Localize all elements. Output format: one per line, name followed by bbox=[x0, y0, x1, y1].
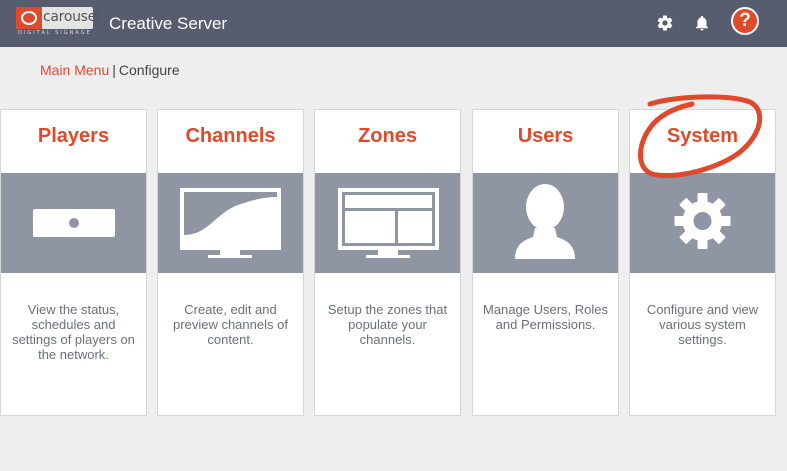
card-description: Manage Users, Roles and Permissions. bbox=[483, 302, 608, 332]
breadcrumb: Main Menu | Configure bbox=[40, 62, 180, 78]
card-channels[interactable]: Channels Create, edit and preview channe… bbox=[157, 109, 304, 416]
app-title: Creative Server bbox=[109, 14, 228, 33]
card-description: View the status, schedules and settings … bbox=[12, 302, 135, 362]
help-button[interactable]: ? bbox=[731, 7, 759, 35]
monitor-zones-icon bbox=[315, 173, 460, 273]
notifications-bell-icon[interactable] bbox=[693, 14, 711, 32]
breadcrumb-current: Configure bbox=[118, 62, 180, 78]
card-title: Players bbox=[37, 125, 110, 147]
card-title: Zones bbox=[358, 125, 417, 147]
settings-gear-icon[interactable] bbox=[656, 14, 674, 32]
breadcrumb-separator: | bbox=[112, 62, 116, 78]
monitor-channel-icon bbox=[158, 173, 303, 273]
card-description: Setup the zones that populate your chann… bbox=[327, 302, 448, 347]
user-silhouette-icon bbox=[473, 173, 618, 273]
card-description: Configure and view various system settin… bbox=[646, 302, 759, 347]
logo-subtext: DIGITAL SIGNAGE bbox=[18, 30, 92, 36]
card-title: Users bbox=[517, 125, 574, 147]
card-description: Create, edit and preview channels of con… bbox=[173, 302, 288, 347]
breadcrumb-main-menu-link[interactable]: Main Menu bbox=[40, 62, 109, 78]
player-device-icon bbox=[1, 173, 146, 273]
card-title: System bbox=[666, 125, 739, 147]
card-title: Channels bbox=[185, 125, 276, 147]
top-bar: carousel DIGITAL SIGNAGE Creative Server… bbox=[0, 0, 787, 47]
card-players[interactable]: Players View the status, schedules and s… bbox=[0, 109, 147, 416]
gear-icon bbox=[630, 173, 775, 273]
carousel-logo[interactable]: carousel DIGITAL SIGNAGE bbox=[16, 7, 100, 36]
card-zones[interactable]: Zones Setup the zones that populate your… bbox=[314, 109, 461, 416]
card-users[interactable]: Users Manage Users, Roles and Permission… bbox=[472, 109, 619, 416]
card-system[interactable]: System Configure and view various system… bbox=[629, 109, 776, 416]
logo-text: carousel bbox=[43, 9, 100, 25]
